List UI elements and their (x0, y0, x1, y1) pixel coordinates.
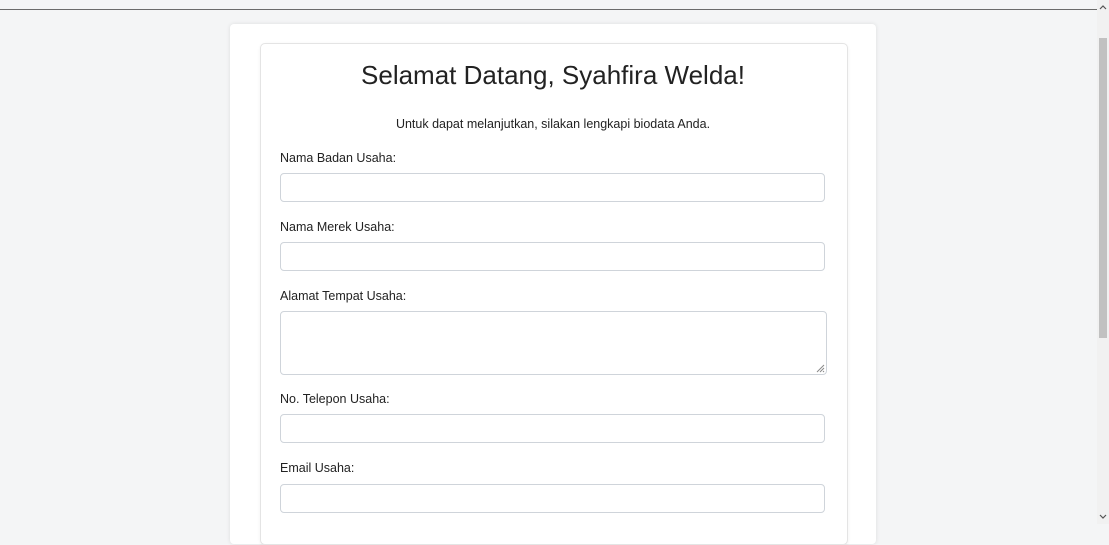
chevron-up-icon (1099, 5, 1107, 10)
page-title: Selamat Datang, Syahfira Welda! (361, 60, 745, 90)
nama-merek-usaha-input[interactable] (280, 242, 825, 271)
chevron-down-icon (1099, 514, 1107, 519)
alamat-tempat-usaha-textarea[interactable] (280, 311, 827, 375)
email-usaha-input[interactable] (280, 484, 825, 513)
scrollbar-thumb[interactable] (1099, 38, 1107, 338)
nama-badan-usaha-input[interactable] (280, 173, 825, 202)
scroll-up-button[interactable] (1097, 0, 1109, 14)
alamat-tempat-usaha-label: Alamat Tempat Usaha: (280, 289, 407, 303)
nama-merek-usaha-label: Nama Merek Usaha: (280, 220, 395, 234)
window-top-border (0, 9, 1097, 10)
no-telepon-usaha-input[interactable] (280, 414, 825, 443)
no-telepon-usaha-label: No. Telepon Usaha: (280, 392, 390, 406)
resize-grip-icon[interactable] (815, 363, 825, 373)
page-subtitle: Untuk dapat melanjutkan, silakan lengkap… (395, 117, 711, 131)
nama-badan-usaha-label: Nama Badan Usaha: (280, 151, 397, 165)
email-usaha-label: Email Usaha: (280, 461, 355, 475)
scroll-down-button[interactable] (1097, 510, 1109, 524)
